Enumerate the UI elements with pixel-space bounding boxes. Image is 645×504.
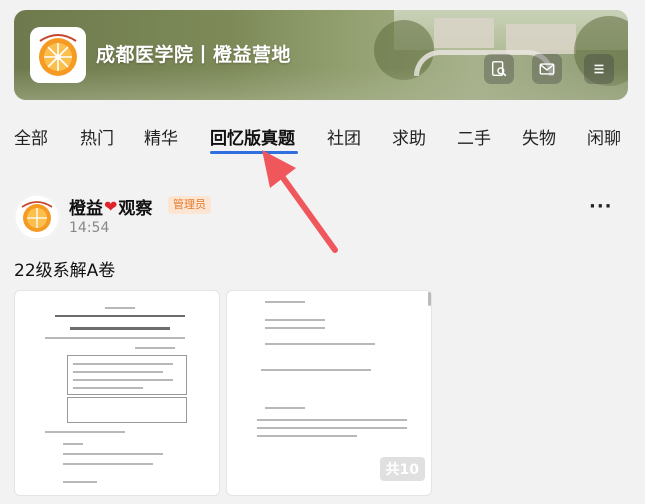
image-count-badge[interactable]: 共10 — [379, 457, 425, 481]
tab-hot[interactable]: 热门 — [80, 124, 114, 149]
menu-button[interactable] — [584, 54, 614, 84]
search-doc-icon — [491, 61, 507, 77]
author-name-suffix: 观察 — [118, 199, 153, 219]
tab-secondhand[interactable]: 二手 — [457, 124, 491, 149]
post-image-2[interactable]: 共10 — [226, 290, 432, 496]
category-tabs: 全部 热门 精华 回忆版真题 社团 求助 二手 失物 闲聊 — [0, 118, 645, 158]
tab-all[interactable]: 全部 — [14, 124, 48, 149]
tab-lost-found[interactable]: 失物 — [522, 124, 556, 149]
community-logo[interactable] — [30, 27, 86, 83]
scrollbar-thumb[interactable] — [428, 292, 431, 306]
tab-chat[interactable]: 闲聊 — [587, 124, 621, 149]
tab-clubs[interactable]: 社团 — [327, 124, 361, 149]
mail-button[interactable] — [532, 54, 562, 84]
banner-building — [434, 18, 494, 48]
orange-logo-icon — [39, 34, 77, 76]
mail-icon — [539, 63, 555, 75]
post-time: 14:54 — [69, 220, 110, 236]
author-avatar[interactable] — [14, 194, 60, 240]
menu-icon — [594, 64, 604, 74]
active-tab-indicator — [210, 151, 298, 154]
community-title: 成都医学院丨橙益营地 — [96, 44, 292, 66]
post-text[interactable]: 22级系解A卷 — [14, 256, 115, 281]
tab-featured[interactable]: 精华 — [144, 124, 178, 149]
author-name-prefix: 橙益 — [69, 199, 103, 219]
heart-icon: ❤ — [104, 197, 118, 216]
community-banner: 成都医学院丨橙益营地 — [14, 10, 628, 100]
orange-logo-icon — [14, 194, 60, 240]
tab-help[interactable]: 求助 — [392, 124, 426, 149]
more-options-icon[interactable]: ··· — [589, 196, 613, 217]
tab-past-exams[interactable]: 回忆版真题 — [210, 124, 295, 149]
post-image-1[interactable] — [14, 290, 220, 496]
author-name[interactable]: 橙益 ❤ 观察 — [69, 194, 152, 219]
search-doc-button[interactable] — [484, 54, 514, 84]
admin-badge: 管理员 — [168, 196, 211, 214]
